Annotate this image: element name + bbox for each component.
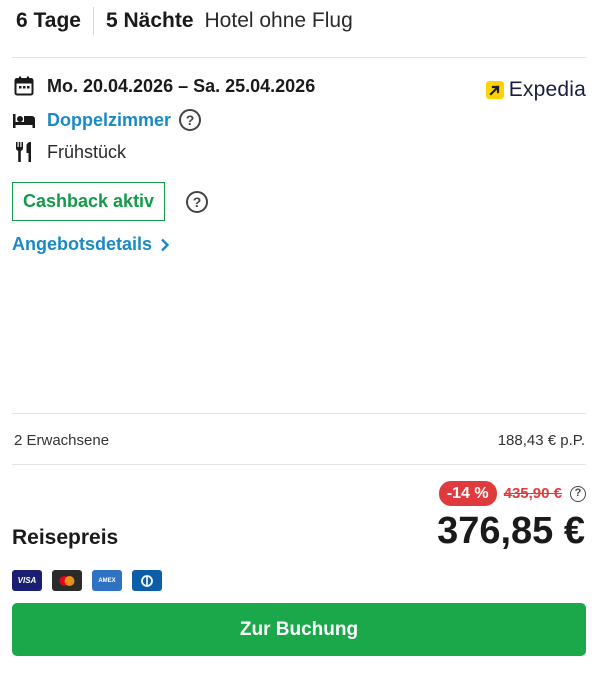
original-price: 435,90 € — [503, 485, 562, 502]
duration-nights: 5 Nächte — [105, 9, 194, 32]
travel-dates: Mo. 20.04.2026 – Sa. 25.04.2026 — [47, 75, 316, 96]
diners-icon — [132, 570, 162, 591]
board-type: Frühstück — [47, 141, 127, 162]
price-per-person: 188,43 € p.P. — [497, 432, 585, 449]
divider — [12, 57, 586, 58]
amex-icon: AMEX — [92, 570, 122, 591]
traveler-count: 2 Erwachsene — [14, 432, 110, 449]
duration-days: 6 Tage — [16, 9, 81, 32]
room-info-icon[interactable]: ? — [179, 109, 202, 131]
discount-badge: -14 % — [438, 481, 497, 506]
total-price: 376,85 € — [437, 510, 585, 552]
provider-logo: Expedia — [485, 78, 586, 102]
provider-name: Expedia — [508, 78, 586, 101]
room-row: Doppelzimmer ? — [12, 108, 202, 132]
offer-header: 6 Tage 5 Nächte Hotel ohne Flug — [16, 0, 353, 42]
book-now-button[interactable]: Zur Buchung — [12, 603, 586, 656]
date-row: Mo. 20.04.2026 – Sa. 25.04.2026 — [12, 74, 315, 98]
board-row: Frühstück — [12, 140, 126, 164]
mastercard-icon — [52, 570, 82, 591]
price-info-icon[interactable]: ? — [570, 485, 586, 502]
visa-icon: VISA — [12, 570, 42, 591]
room-type-link[interactable]: Doppelzimmer — [47, 110, 171, 131]
header-divider — [92, 7, 94, 35]
bed-icon — [12, 108, 36, 132]
offer-details-link[interactable]: Angebotsdetails — [12, 234, 170, 255]
total-price-label: Reisepreis — [12, 526, 119, 549]
offer-details-label: Angebotsdetails — [12, 234, 153, 254]
cutlery-icon — [12, 140, 36, 164]
cashback-badge: Cashback aktiv — [12, 182, 166, 221]
expedia-icon — [485, 81, 504, 99]
divider — [12, 413, 586, 414]
chevron-right-icon — [160, 238, 170, 252]
discount-info: -14 % 435,90 € ? — [438, 481, 586, 506]
divider — [12, 464, 586, 465]
trip-type: Hotel ohne Flug — [204, 9, 353, 32]
payment-methods: VISA AMEX — [12, 570, 172, 591]
calendar-icon — [12, 74, 36, 98]
cashback-info-icon[interactable]: ? — [186, 191, 208, 213]
